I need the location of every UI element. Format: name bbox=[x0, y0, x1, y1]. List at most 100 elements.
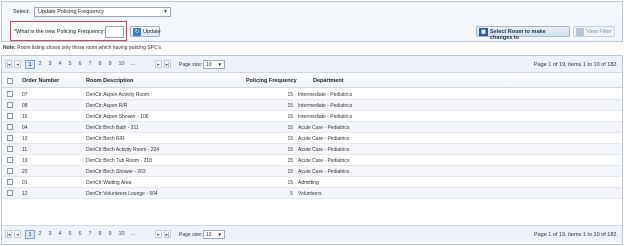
table-row[interactable]: 07 DenCtr:Aspen Activity Room 15 Interme… bbox=[2, 89, 622, 100]
table-row[interactable]: 01 DenCtr:Waiting Area 15 Admitting bbox=[2, 177, 622, 188]
col-order-number[interactable]: Order Number bbox=[22, 78, 59, 84]
cell-department: Acute Care - Pediatrics bbox=[298, 158, 350, 164]
page-link[interactable]: 6 bbox=[75, 230, 85, 239]
more-pages-link[interactable]: ... bbox=[128, 60, 138, 69]
first-page-icon[interactable]: |◂ bbox=[5, 230, 12, 238]
update-button[interactable]: ↻ Update bbox=[130, 26, 161, 37]
prev-page-icon[interactable]: ◂ bbox=[14, 60, 21, 68]
frequency-input[interactable] bbox=[105, 26, 124, 38]
page-link[interactable]: 2 bbox=[35, 230, 45, 239]
more-pages-link[interactable]: ... bbox=[128, 230, 138, 239]
cell-room: DenCtr:Birch Activity Room - 224 bbox=[86, 147, 160, 153]
grid-icon: ▦ bbox=[479, 28, 488, 36]
cell-order: 20 bbox=[22, 169, 28, 175]
table-row[interactable]: 16 DenCtr:Aspen Shower - 106 15 Intermed… bbox=[2, 111, 622, 122]
cell-frequency: 15 bbox=[287, 114, 293, 120]
page-link[interactable]: 9 bbox=[105, 60, 115, 69]
next-page-icon[interactable]: ▸ bbox=[155, 230, 162, 238]
cell-order: 10 bbox=[22, 136, 28, 142]
page-link[interactable]: 3 bbox=[45, 60, 55, 69]
page-link[interactable]: 5 bbox=[65, 60, 75, 69]
view-filter-button[interactable]: View Filter bbox=[573, 26, 615, 37]
page-links-top: 1 2 3 4 5 6 7 8 9 10 ... bbox=[25, 60, 138, 69]
page-link[interactable]: 5 bbox=[65, 230, 75, 239]
row-checkbox[interactable] bbox=[7, 146, 13, 152]
cell-department: Intermediate - Pediatrics bbox=[298, 114, 353, 120]
next-page-icon[interactable]: ▸ bbox=[155, 60, 162, 68]
col-policing-frequency[interactable]: Policing Frequency bbox=[246, 78, 297, 84]
row-checkbox[interactable] bbox=[7, 179, 13, 185]
prev-page-icon[interactable]: ◂ bbox=[14, 230, 21, 238]
page-size-select[interactable]: 10 ▼ bbox=[203, 230, 225, 239]
cell-room: DenCtr:Aspen Activity Room bbox=[86, 92, 150, 98]
row-checkbox[interactable] bbox=[7, 124, 13, 130]
cell-order: 16 bbox=[22, 114, 28, 120]
cell-department: Intermediate - Pediatrics bbox=[298, 103, 353, 109]
table-row[interactable]: 08 DenCtr:Aspen R/R 15 Intermediate - Pe… bbox=[2, 100, 622, 111]
grid-body: 07 DenCtr:Aspen Activity Room 15 Interme… bbox=[2, 89, 622, 199]
row-checkbox[interactable] bbox=[7, 91, 13, 97]
cell-order: 01 bbox=[22, 180, 28, 186]
row-checkbox[interactable] bbox=[7, 102, 13, 108]
cell-department: Acute Care - Pediatrics bbox=[298, 147, 350, 153]
first-page-icon[interactable]: |◂ bbox=[5, 60, 12, 68]
page-link[interactable]: 8 bbox=[95, 60, 105, 69]
cell-frequency: 15 bbox=[287, 103, 293, 109]
cell-order: 04 bbox=[22, 125, 28, 131]
page-size-select[interactable]: 10 ▼ bbox=[203, 60, 225, 69]
page-link[interactable]: 1 bbox=[25, 230, 35, 239]
page-link[interactable]: 3 bbox=[45, 230, 55, 239]
page-size-value: 10 bbox=[206, 232, 212, 238]
page-link[interactable]: 8 bbox=[95, 230, 105, 239]
row-checkbox[interactable] bbox=[7, 157, 13, 163]
page-link[interactable]: 7 bbox=[85, 60, 95, 69]
cell-room: DenCtr:Aspen Shower - 106 bbox=[86, 114, 149, 120]
cell-room: DenCtr:Birch Bath - 211 bbox=[86, 125, 139, 131]
cell-department: Intermediate - Pediatrics bbox=[298, 92, 353, 98]
last-page-icon[interactable]: ▸| bbox=[164, 230, 171, 238]
chevron-down-icon: ▼ bbox=[217, 232, 222, 237]
cell-order: 11 bbox=[22, 147, 28, 153]
grid-header: Order Number Room Description Policing F… bbox=[2, 74, 622, 88]
col-room-description[interactable]: Room Description bbox=[86, 78, 133, 84]
cell-department: Acute Care - Pediatrics bbox=[298, 169, 350, 175]
page-link[interactable]: 1 bbox=[25, 60, 35, 69]
page-size-label: Page size: bbox=[179, 232, 203, 238]
cell-order: 07 bbox=[22, 92, 28, 98]
row-checkbox[interactable] bbox=[7, 113, 13, 119]
cell-department: Acute Care - Pediatrics bbox=[298, 136, 350, 142]
row-checkbox[interactable] bbox=[7, 168, 13, 174]
page-link[interactable]: 7 bbox=[85, 230, 95, 239]
table-row[interactable]: 11 DenCtr:Birch Activity Room - 224 15 A… bbox=[2, 144, 622, 155]
action-select[interactable]: Update Policing Frequency ▼ bbox=[34, 7, 171, 17]
cell-department: Volunteers bbox=[298, 191, 322, 197]
cell-frequency: 5 bbox=[290, 191, 293, 197]
table-row[interactable]: 04 DenCtr:Birch Bath - 211 15 Acute Care… bbox=[2, 122, 622, 133]
view-filter-button-label: View Filter bbox=[586, 29, 612, 35]
pager-info: Page 1 of 19, items 1 to 10 of 182. bbox=[533, 62, 618, 68]
col-department[interactable]: Department bbox=[313, 78, 344, 84]
select-all-checkbox[interactable] bbox=[7, 78, 13, 84]
page-link[interactable]: 4 bbox=[55, 60, 65, 69]
page-link[interactable]: 9 bbox=[105, 230, 115, 239]
table-row[interactable]: 19 DenCtr:Birch Tub Room - 218 15 Acute … bbox=[2, 155, 622, 166]
cell-order: 19 bbox=[22, 158, 28, 164]
frequency-panel: *What is the new Policing Frequency: bbox=[10, 21, 127, 41]
page-link[interactable]: 6 bbox=[75, 60, 85, 69]
select-room-button[interactable]: ▦ Select Room to make changes to bbox=[476, 26, 570, 41]
cell-room: DenCtr:Birch Tub Room - 218 bbox=[86, 158, 152, 164]
filter-icon bbox=[576, 28, 584, 36]
row-checkbox[interactable] bbox=[7, 135, 13, 141]
table-row[interactable]: 20 DenCtr:Birch Shower - 202 15 Acute Ca… bbox=[2, 166, 622, 177]
last-page-icon[interactable]: ▸| bbox=[164, 60, 171, 68]
row-checkbox[interactable] bbox=[7, 190, 13, 196]
page-link[interactable]: 10 bbox=[115, 60, 128, 69]
table-row[interactable]: 12 DenCtr:Volunteers Lounge - 504 5 Volu… bbox=[2, 188, 622, 199]
frequency-label: *What is the new Policing Frequency: bbox=[14, 29, 106, 35]
cell-frequency: 15 bbox=[287, 169, 293, 175]
page-link[interactable]: 2 bbox=[35, 60, 45, 69]
note-text: Note: Room listing shows only those room… bbox=[3, 45, 161, 51]
page-link[interactable]: 4 bbox=[55, 230, 65, 239]
page-link[interactable]: 10 bbox=[115, 230, 128, 239]
table-row[interactable]: 10 DenCtr:Birch R/R 15 Acute Care - Pedi… bbox=[2, 133, 622, 144]
